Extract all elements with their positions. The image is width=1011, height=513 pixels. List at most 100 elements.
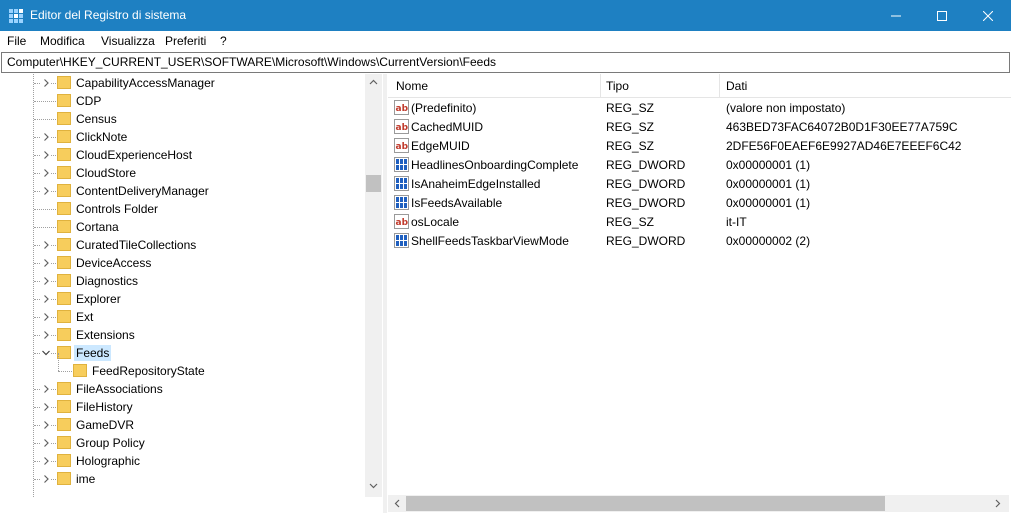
folder-icon: [57, 436, 71, 449]
tree-item-label: Controls Folder: [76, 202, 159, 216]
column-data-header[interactable]: Dati: [726, 79, 747, 93]
menu-favorites[interactable]: Preferiti: [165, 34, 206, 48]
tree-item[interactable]: DeviceAccess: [0, 254, 365, 272]
scroll-right-icon[interactable]: [992, 498, 1003, 509]
chevron-right-icon[interactable]: [41, 384, 51, 394]
chevron-right-icon[interactable]: [41, 294, 51, 304]
value-row[interactable]: ab CachedMUID REG_SZ 463BED73FAC64072B0D1F3…: [388, 117, 1011, 136]
tree-scroll-thumb[interactable]: [366, 175, 381, 192]
values-scroll-thumb[interactable]: [406, 496, 885, 511]
menu-edit[interactable]: Modifica: [40, 34, 85, 48]
scroll-down-icon[interactable]: [368, 480, 379, 491]
tree-item[interactable]: Explorer: [0, 290, 365, 308]
scroll-up-icon[interactable]: [368, 77, 379, 88]
address-bar[interactable]: Computer\HKEY_CURRENT_USER\SOFTWARE\Micr…: [1, 52, 1010, 73]
tree-item[interactable]: Group Policy: [0, 434, 365, 452]
chevron-right-icon[interactable]: [41, 186, 51, 196]
chevron-right-icon[interactable]: [41, 150, 51, 160]
tree-item[interactable]: FileAssociations: [0, 380, 365, 398]
chevron-right-icon[interactable]: [41, 132, 51, 142]
value-type: REG_DWORD: [606, 234, 686, 248]
value-row[interactable]: ab EdgeMUID REG_SZ 2DFE56F0EAEF6E9927AD46E7…: [388, 136, 1011, 155]
tree-item[interactable]: Controls Folder: [0, 200, 365, 218]
tree-item[interactable]: ime: [0, 470, 365, 488]
value-row[interactable]: IsFeedsAvailable REG_DWORD 0x00000001 (1): [388, 193, 1011, 212]
chevron-down-icon[interactable]: [41, 348, 51, 358]
tree-item[interactable]: FileHistory: [0, 398, 365, 416]
value-name: (Predefinito): [411, 101, 477, 115]
chevron-right-icon[interactable]: [41, 456, 51, 466]
folder-icon: [57, 382, 71, 395]
close-button[interactable]: [965, 0, 1011, 31]
chevron-right-icon[interactable]: [41, 312, 51, 322]
folder-icon: [57, 418, 71, 431]
chevron-right-icon[interactable]: [41, 474, 51, 484]
chevron-right-icon[interactable]: [41, 438, 51, 448]
key-tree[interactable]: CapabilityAccessManager CDP Census ClickNot…: [0, 74, 382, 513]
menu-view[interactable]: Visualizza: [101, 34, 155, 48]
svg-text:ab: ab: [396, 104, 409, 114]
registry-editor-icon: [9, 9, 23, 23]
tree-item[interactable]: CloudExperienceHost: [0, 146, 365, 164]
tree-vertical-scrollbar[interactable]: [365, 74, 382, 497]
column-separator[interactable]: [719, 74, 720, 97]
value-data: 0x00000001 (1): [726, 158, 811, 172]
svg-text:ab: ab: [396, 218, 409, 228]
chevron-right-icon[interactable]: [41, 330, 51, 340]
tree-guide-line: [34, 209, 56, 210]
column-type-header[interactable]: Tipo: [606, 79, 629, 93]
tree-item[interactable]: CloudStore: [0, 164, 365, 182]
tree-item[interactable]: Diagnostics: [0, 272, 365, 290]
tree-item[interactable]: GameDVR: [0, 416, 365, 434]
tree-item[interactable]: CapabilityAccessManager: [0, 74, 365, 92]
value-row[interactable]: ShellFeedsTaskbarViewMode REG_DWORD 0x0000…: [388, 231, 1011, 250]
value-row[interactable]: ab osLocale REG_SZ it-IT: [388, 212, 1011, 231]
chevron-right-icon[interactable]: [41, 258, 51, 268]
tree-item[interactable]: ClickNote: [0, 128, 365, 146]
value-row[interactable]: IsAnaheimEdgeInstalled REG_DWORD 0x0000000…: [388, 174, 1011, 193]
tree-item-label: CuratedTileCollections: [76, 238, 197, 252]
values-horizontal-scrollbar[interactable]: [388, 495, 1009, 512]
string-value-icon: ab: [394, 214, 409, 229]
minimize-icon: [891, 15, 901, 16]
folder-icon: [73, 364, 87, 377]
tree-item[interactable]: FeedRepositoryState: [0, 353, 365, 380]
tree-item-label: Group Policy: [76, 436, 145, 450]
folder-icon: [57, 472, 71, 485]
column-separator[interactable]: [600, 74, 601, 97]
tree-item[interactable]: Ext: [0, 308, 365, 326]
tree-item[interactable]: CuratedTileCollections: [0, 236, 365, 254]
binary-value-icon: [394, 176, 409, 191]
tree-item[interactable]: Cortana: [0, 218, 365, 236]
tree-item-label: FileAssociations: [76, 382, 163, 396]
folder-icon: [57, 292, 71, 305]
menu-file[interactable]: File: [7, 34, 26, 48]
chevron-right-icon[interactable]: [41, 168, 51, 178]
tree-item[interactable]: CDP: [0, 92, 365, 110]
chevron-right-icon[interactable]: [41, 78, 51, 88]
menu-help[interactable]: ?: [220, 34, 227, 48]
values-list[interactable]: Nome Tipo Dati ab (Predefinito) REG_SZ (val…: [388, 74, 1011, 513]
maximize-button[interactable]: [919, 0, 965, 31]
minimize-button[interactable]: [873, 0, 919, 31]
column-name-header[interactable]: Nome: [396, 79, 428, 93]
chevron-right-icon[interactable]: [41, 420, 51, 430]
tree-item[interactable]: ContentDeliveryManager: [0, 182, 365, 200]
value-type: REG_DWORD: [606, 196, 686, 210]
value-row[interactable]: HeadlinesOnboardingComplete REG_DWORD 0x00…: [388, 155, 1011, 174]
tree-item[interactable]: Feeds: [0, 344, 365, 362]
string-value-icon: ab: [394, 119, 409, 134]
title-bar[interactable]: Editor del Registro di sistema: [0, 0, 1011, 31]
chevron-right-icon[interactable]: [41, 402, 51, 412]
pane-splitter[interactable]: [383, 74, 387, 513]
value-row[interactable]: ab (Predefinito) REG_SZ (valore non imposta…: [388, 98, 1011, 117]
chevron-right-icon[interactable]: [41, 276, 51, 286]
chevron-right-icon[interactable]: [41, 240, 51, 250]
tree-item-label: FeedRepositoryState: [92, 364, 205, 378]
tree-item[interactable]: Extensions: [0, 326, 365, 344]
tree-item[interactable]: Census: [0, 110, 365, 128]
value-name: ShellFeedsTaskbarViewMode: [411, 234, 569, 248]
tree-item[interactable]: Holographic: [0, 452, 365, 470]
scroll-left-icon[interactable]: [392, 498, 403, 509]
value-name: osLocale: [411, 215, 460, 229]
